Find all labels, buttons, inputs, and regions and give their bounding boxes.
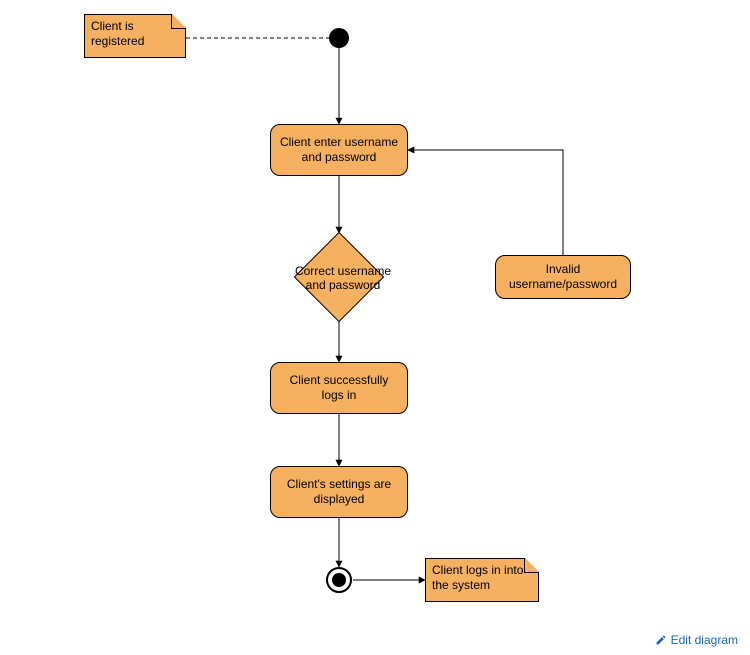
decision-check-credentials-label: Correct username and password <box>293 264 393 293</box>
start-node <box>329 28 349 48</box>
note-postcondition: Client logs in into the system <box>425 558 539 602</box>
flow-edges <box>0 0 750 655</box>
note-precondition-text: Client is registered <box>91 19 144 48</box>
activity-login-success-label: Client successfully logs in <box>277 373 401 403</box>
activity-invalid: Invalid username/password <box>495 255 631 299</box>
activity-settings-shown: Client's settings are displayed <box>270 466 408 518</box>
activity-invalid-label: Invalid username/password <box>502 262 624 292</box>
activity-enter-credentials-label: Client enter username and password <box>277 135 401 165</box>
edit-diagram-label: Edit diagram <box>671 633 738 647</box>
edit-diagram-link[interactable]: Edit diagram <box>655 633 738 647</box>
activity-login-success: Client successfully logs in <box>270 362 408 414</box>
edge-invalid-to-enter <box>408 150 563 255</box>
note-precondition: Client is registered <box>84 14 186 58</box>
pencil-icon <box>655 634 667 646</box>
end-node <box>326 567 352 593</box>
activity-settings-shown-label: Client's settings are displayed <box>277 477 401 507</box>
note-postcondition-text: Client logs in into the system <box>432 563 523 592</box>
decision-check-credentials-label-wrap: Correct username and password <box>289 246 397 310</box>
activity-enter-credentials: Client enter username and password <box>270 124 408 176</box>
